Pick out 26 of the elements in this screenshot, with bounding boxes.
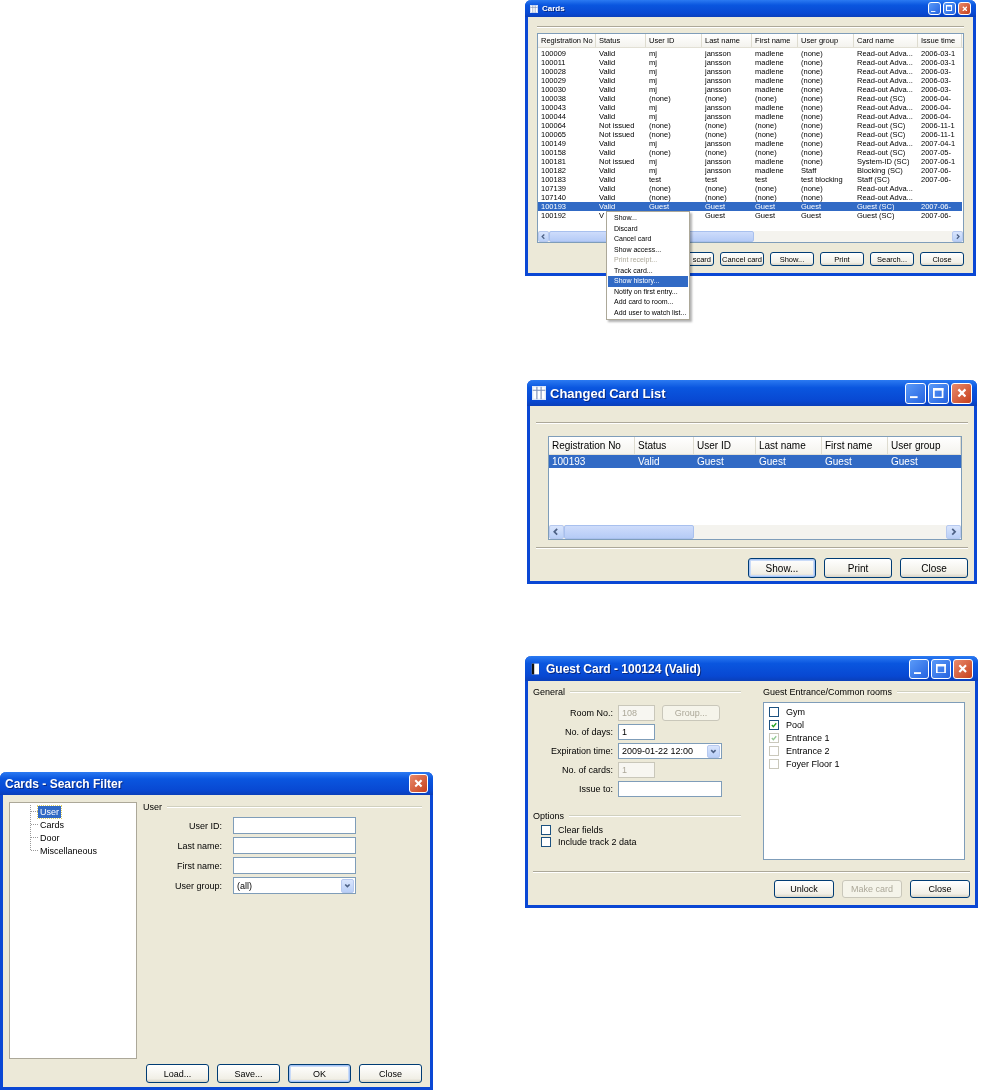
field-label: Last name: — [176, 840, 222, 851]
field-label: User ID: — [188, 820, 222, 831]
dropdown-value: (all) — [237, 880, 252, 891]
window-title: Cards - Search Filter — [5, 776, 124, 791]
dropdown-value: 2009-01-22 12:00 — [622, 746, 694, 756]
window-title: Cards — [542, 4, 566, 13]
window-title: Guest Card - 100124 (Valid) — [546, 661, 702, 676]
checkbox-label: Entrance 1 — [786, 733, 830, 743]
checkbox-label: Include track 2 data — [558, 837, 637, 847]
field-label: Issue to: — [577, 784, 613, 794]
checkbox-label: Clear fields — [558, 825, 604, 835]
field-label: Room No.: — [569, 708, 613, 718]
field-label: User group: — [173, 880, 222, 891]
group-label: User — [143, 802, 162, 812]
checkbox-label: Pool — [786, 720, 804, 730]
group-label: Guest Entrance/Common rooms — [763, 687, 893, 697]
field-label: Expiration time: — [549, 746, 613, 756]
checkbox-label: Gym — [786, 707, 805, 717]
checkbox-label: Entrance 2 — [786, 746, 830, 756]
field-label: No. of cards: — [560, 765, 613, 775]
field-label: No. of days: — [563, 727, 613, 737]
window-title: Changed Card List — [550, 385, 667, 401]
group-label: General — [533, 687, 566, 697]
group-label: Options — [533, 811, 565, 821]
checkbox-label: Foyer Floor 1 — [786, 759, 840, 769]
field-label: First name: — [176, 860, 222, 871]
